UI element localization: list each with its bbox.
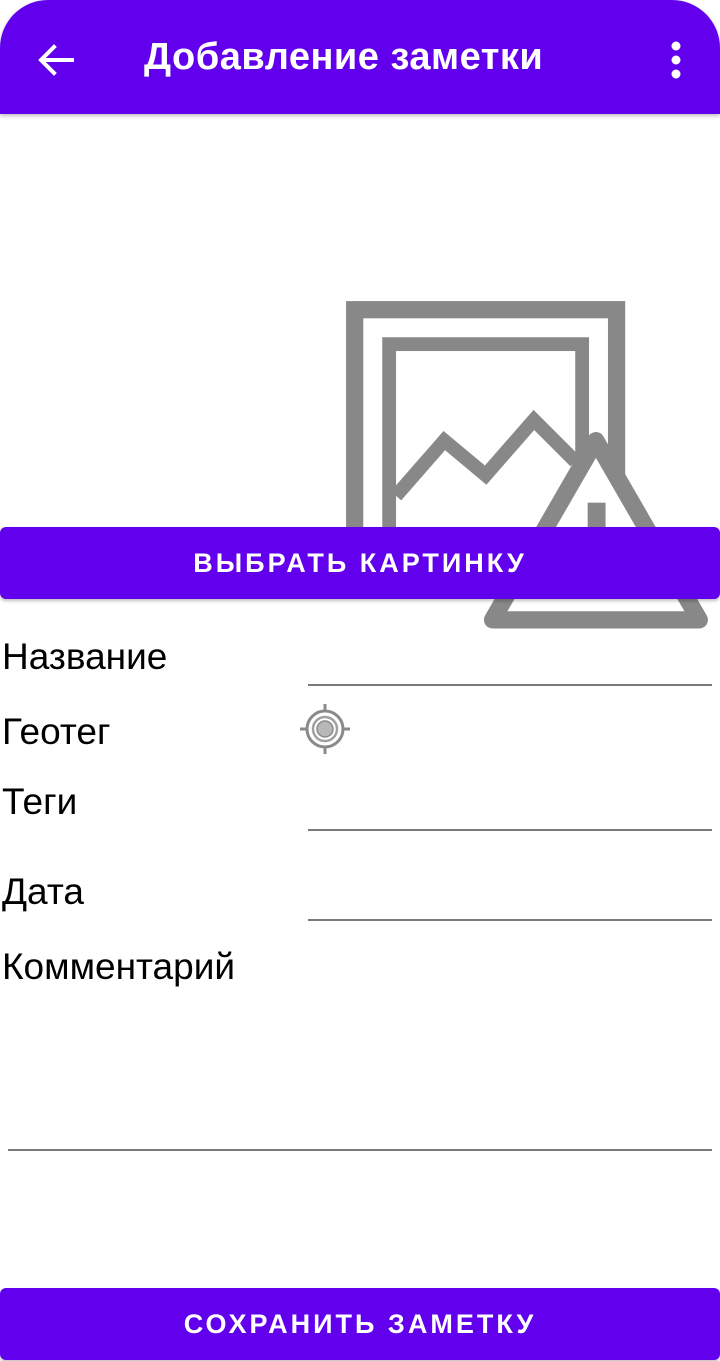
name-label: Название [2, 636, 168, 677]
date-label: Дата [2, 871, 84, 912]
tags-input[interactable] [308, 786, 710, 828]
date-input[interactable] [308, 876, 710, 918]
more-vert-icon[interactable] [660, 40, 692, 80]
date-input-underline [308, 919, 712, 921]
tags-input-underline [308, 829, 712, 831]
pick-image-button[interactable]: ВЫБРАТЬ КАРТИНКУ [0, 527, 720, 599]
comment-input[interactable] [10, 1000, 710, 1144]
comment-input-underline [8, 1149, 712, 1151]
save-note-button[interactable]: СОХРАНИТЬ ЗАМЕТКУ [0, 1288, 720, 1360]
app-toolbar: Добавление заметки [0, 0, 720, 114]
page-title: Добавление заметки [144, 36, 544, 78]
name-input-underline [308, 684, 712, 686]
name-input[interactable] [308, 640, 710, 682]
geotag-label: Геотег [2, 711, 111, 752]
gps-target-icon[interactable] [299, 703, 351, 755]
comment-label: Комментарий [2, 946, 236, 987]
arrow-back-icon[interactable] [34, 38, 78, 82]
tags-label: Теги [2, 781, 78, 822]
